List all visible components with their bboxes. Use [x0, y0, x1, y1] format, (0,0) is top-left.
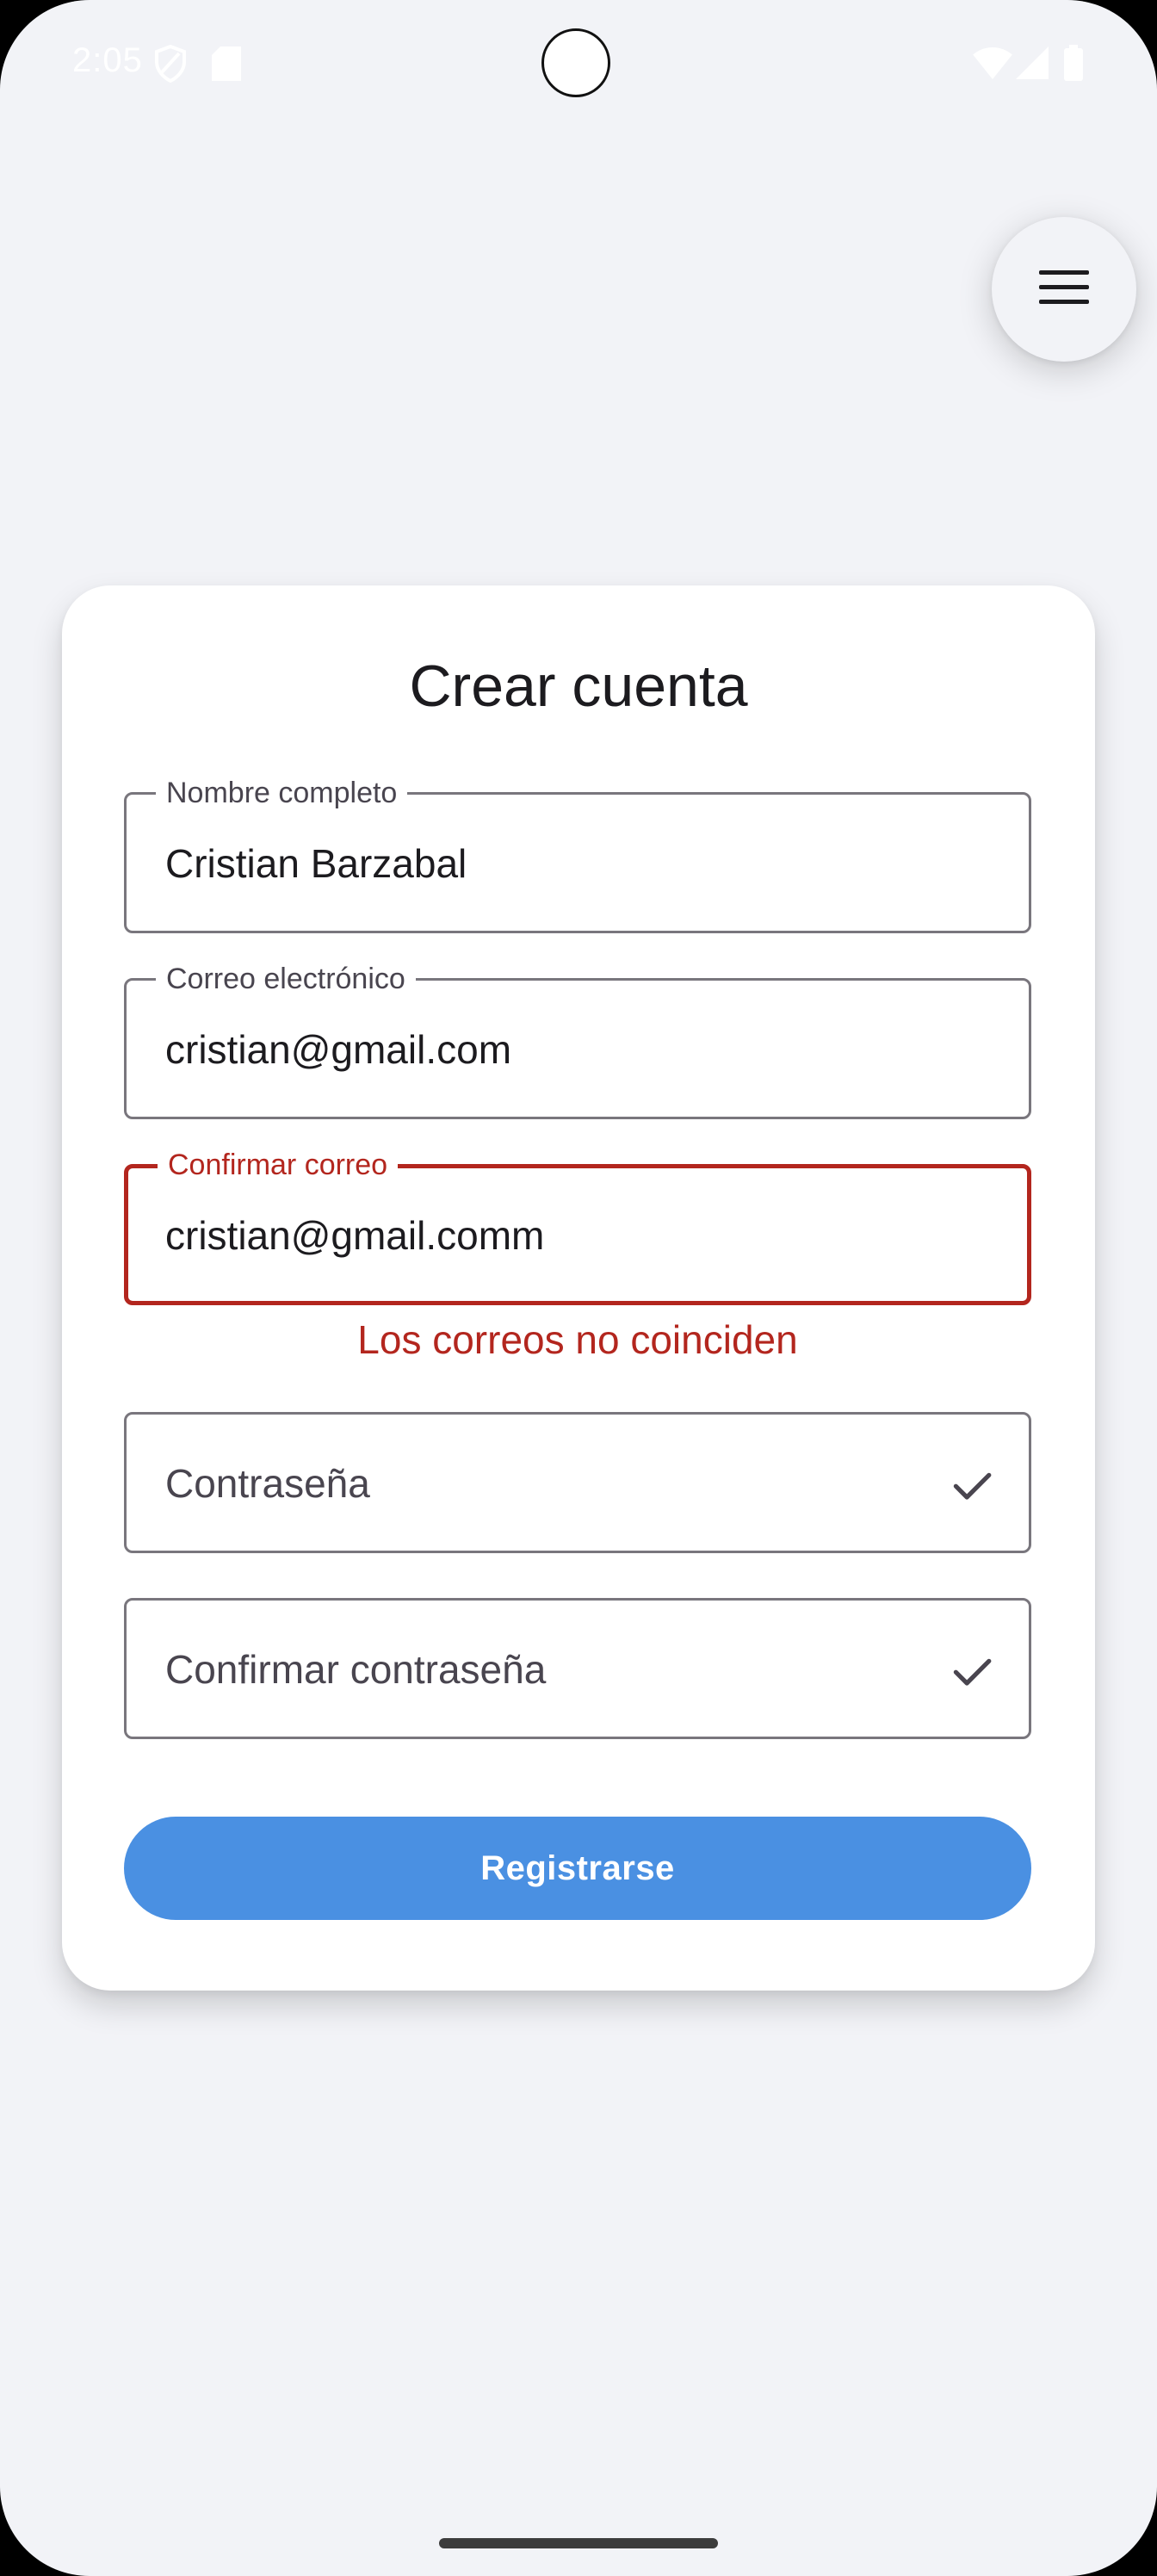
email-label: Correo electrónico: [156, 962, 416, 996]
app-screen: 2:05 Crear cuenta Nombre completo Cristi…: [0, 0, 1157, 2576]
full-name-value: Cristian Barzabal: [165, 841, 467, 886]
email-mismatch-error: Los correos no coinciden: [357, 1317, 798, 1362]
check-icon[interactable]: [948, 1461, 996, 1509]
menu-button[interactable]: [992, 217, 1136, 362]
password-field[interactable]: Contraseña: [124, 1412, 1031, 1553]
battery-icon: [1064, 45, 1083, 85]
camera-cutout: [541, 28, 610, 97]
home-indicator[interactable]: [439, 2538, 718, 2548]
confirm-password-field[interactable]: Confirmar contraseña: [124, 1598, 1031, 1739]
signal-icon: [1016, 46, 1049, 84]
status-time: 2:05: [72, 41, 143, 79]
full-name-field[interactable]: Nombre completo Cristian Barzabal: [124, 776, 1031, 933]
confirm-email-label: Confirmar correo: [158, 1148, 399, 1182]
confirm-email-field[interactable]: Confirmar correo cristian@gmail.comm: [124, 1148, 1031, 1305]
register-button[interactable]: Registrarse: [124, 1817, 1031, 1920]
register-card: Crear cuenta Nombre completo Cristian Ba…: [62, 585, 1095, 1991]
full-name-label: Nombre completo: [156, 776, 408, 810]
email-field[interactable]: Correo electrónico cristian@gmail.com: [124, 962, 1031, 1119]
confirm-password-placeholder: Confirmar contraseña: [165, 1647, 547, 1692]
status-bar: 2:05: [0, 0, 1157, 129]
sd-card-icon: [212, 46, 241, 85]
email-value: cristian@gmail.com: [165, 1027, 512, 1072]
shield-icon: [153, 44, 188, 87]
hamburger-menu-icon: [1039, 269, 1089, 309]
check-icon[interactable]: [948, 1647, 996, 1695]
wifi-icon: [973, 46, 1012, 84]
password-placeholder: Contraseña: [165, 1461, 370, 1506]
confirm-email-value: cristian@gmail.comm: [165, 1213, 545, 1258]
page-title: Crear cuenta: [409, 653, 748, 719]
